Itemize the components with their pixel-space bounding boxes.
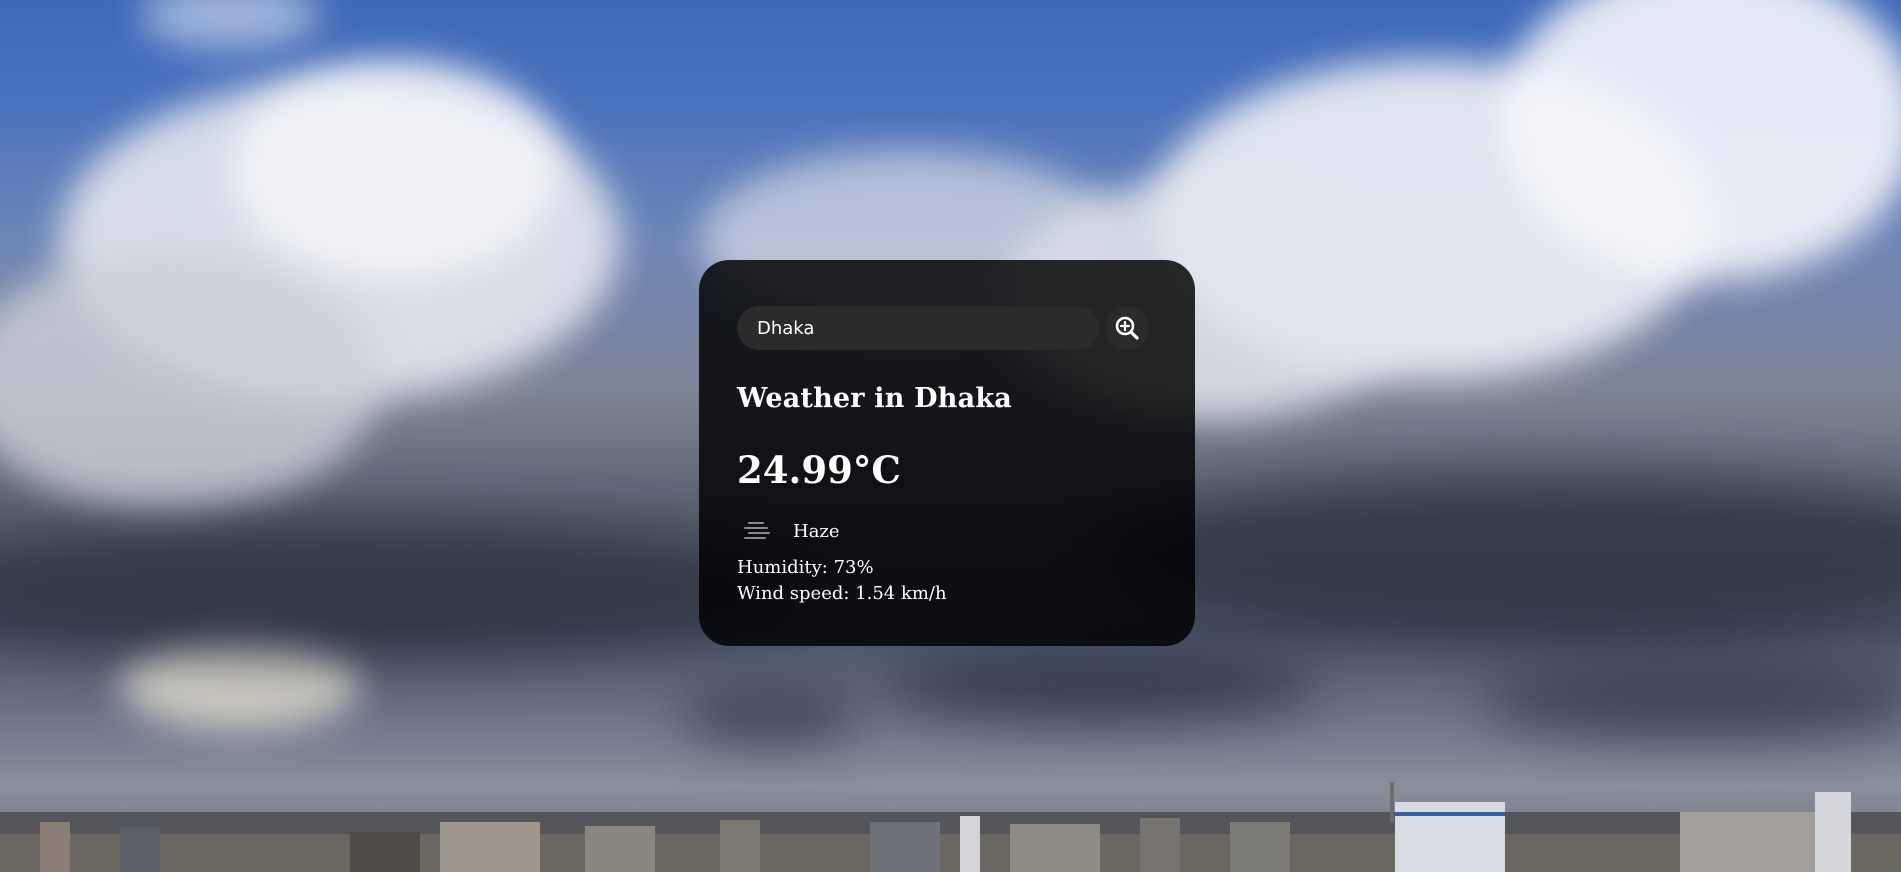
- weather-card: Weather in Dhaka 24.99°C Haze Humidity: …: [699, 260, 1195, 646]
- search-bar: [737, 306, 1157, 350]
- haze-icon: [737, 517, 777, 545]
- weather-condition: Haze: [737, 517, 1157, 545]
- search-icon: [1114, 315, 1140, 341]
- search-button[interactable]: [1105, 306, 1149, 350]
- humidity: Humidity: 73%: [737, 557, 874, 578]
- wind-speed: Wind speed: 1.54 km/h: [737, 583, 947, 604]
- condition-description: Haze: [793, 520, 840, 542]
- temperature: 24.99°C: [737, 448, 901, 492]
- city-skyline: [0, 782, 1901, 872]
- search-input[interactable]: [737, 306, 1099, 350]
- city-title: Weather in Dhaka: [737, 383, 1012, 414]
